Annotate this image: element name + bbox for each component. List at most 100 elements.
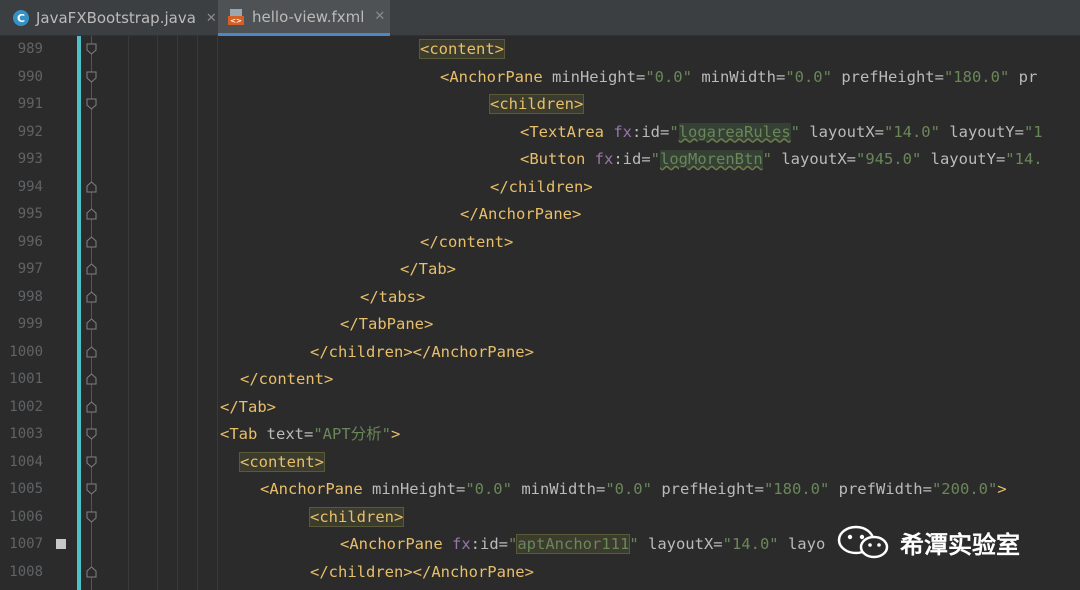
code-token: logareaRules <box>678 122 791 141</box>
fold-close-icon[interactable] <box>86 345 97 358</box>
fold-close-icon[interactable] <box>86 565 97 578</box>
code-token: </content> <box>420 232 514 251</box>
code-token: "945.0" <box>855 150 931 168</box>
code-token: "0.0" <box>645 67 702 86</box>
code-token: layoutY= <box>949 122 1024 141</box>
code-line[interactable]: 1003 <Tab text="APT分析"> <box>0 421 1080 449</box>
code-token: " <box>669 122 679 141</box>
code-line[interactable]: 997 </Tab> <box>0 256 1080 284</box>
code-line[interactable]: 995 </AnchorPane> <box>0 201 1080 229</box>
line-number: 991 <box>17 96 43 112</box>
code-text: </tabs> <box>360 284 425 312</box>
code-token: "180.0" <box>943 67 1019 86</box>
code-line[interactable]: 1000 </children></AnchorPane> <box>0 339 1080 367</box>
fold-open-icon[interactable] <box>86 71 97 83</box>
bookmark-marker-icon[interactable] <box>56 539 66 549</box>
line-number: 995 <box>17 206 43 222</box>
fold-close-icon[interactable] <box>86 318 97 330</box>
code-line[interactable]: 1008 </children></AnchorPane> <box>0 559 1080 587</box>
code-token: layoutX= <box>809 122 884 141</box>
code-token: <Button <box>520 150 595 168</box>
code-token: <AnchorPane <box>440 67 552 86</box>
code-text: <content> <box>239 449 325 477</box>
code-line[interactable]: 1004 <content> <box>0 449 1080 477</box>
line-number: 1006 <box>9 508 43 525</box>
line-number: 1002 <box>9 398 43 415</box>
code-text: <AnchorPane minHeight="0.0" minWidth="0.… <box>260 476 1007 504</box>
code-token: logMorenBtn <box>660 150 763 168</box>
code-token: layoutX= <box>647 535 723 553</box>
code-token: <children> <box>308 506 405 527</box>
fold-close-icon[interactable] <box>86 235 97 248</box>
code-token: "APT分析" <box>313 425 392 443</box>
code-token: " <box>507 535 518 553</box>
fold-open-icon[interactable] <box>86 428 97 440</box>
wechat-icon <box>837 525 889 559</box>
code-line[interactable]: 998 </tabs> <box>0 284 1080 312</box>
fold-close-icon[interactable] <box>86 400 97 413</box>
code-line[interactable]: 993 <Button fx:id="logMorenBtn" layoutX="… <box>0 146 1080 174</box>
fold-close-icon[interactable] <box>86 263 97 275</box>
code-line[interactable]: 992 <TextArea fx:id="logareaRules" layout… <box>0 119 1080 147</box>
code-line[interactable]: 991 <children> <box>0 91 1080 119</box>
code-text: <AnchorPane fx:id="aptAnchor111" layoutX… <box>340 531 825 559</box>
code-line[interactable]: 994 </children> <box>0 174 1080 202</box>
code-token: :id= <box>613 150 651 168</box>
code-text: <Button fx:id="logMorenBtn" layoutX="945… <box>520 146 1043 174</box>
code-token: "0.0" <box>785 67 842 86</box>
line-number: 994 <box>17 178 43 195</box>
code-token: </AnchorPane> <box>460 205 582 223</box>
tab-hello-view-fxml[interactable]: <> hello-view.fxml ✕ <box>218 0 390 36</box>
code-line[interactable]: 989 <content> <box>0 36 1080 64</box>
code-line[interactable]: 1001 </content> <box>0 366 1080 394</box>
java-class-icon: C <box>13 10 29 26</box>
code-line[interactable]: 999 </TabPane> <box>0 311 1080 339</box>
code-token: "14.0" <box>722 535 788 553</box>
code-token: <content> <box>419 39 505 59</box>
code-line[interactable]: 990 <AnchorPane minHeight="0.0" minWidth=… <box>0 64 1080 92</box>
line-number: 1003 <box>9 426 43 442</box>
tab-javafxbootstrap-java[interactable]: C JavaFXBootstrap.java ✕ <box>0 0 217 36</box>
code-token: layoutX= <box>781 150 856 168</box>
code-token: <content> <box>239 451 325 472</box>
code-text: </Tab> <box>400 256 456 284</box>
fold-close-icon[interactable] <box>86 208 97 220</box>
svg-text:C: C <box>17 12 25 25</box>
fold-close-icon[interactable] <box>86 290 97 303</box>
code-token: "1 <box>1023 122 1043 141</box>
line-number: 1004 <box>9 453 43 470</box>
fold-close-icon[interactable] <box>86 373 97 385</box>
code-line[interactable]: 1005 <AnchorPane minHeight="0.0" minWidth… <box>0 476 1080 504</box>
code-token: "14. <box>1005 150 1043 168</box>
code-text: </children></AnchorPane> <box>310 339 534 367</box>
close-icon[interactable]: ✕ <box>374 9 385 24</box>
fold-open-icon[interactable] <box>86 511 97 523</box>
fold-open-icon[interactable] <box>86 483 97 495</box>
code-text: </children></AnchorPane> <box>310 559 534 587</box>
code-editor[interactable]: 989 <content> 990 <AnchorPane minHeight="0.… <box>0 36 1080 590</box>
code-token: <children> <box>488 94 585 114</box>
code-token: minWidth= <box>701 67 786 86</box>
code-token: fx <box>594 150 614 168</box>
editor-tab-bar: C JavaFXBootstrap.java ✕ <> hello-view.f… <box>0 0 1080 36</box>
line-number: 1005 <box>9 481 43 497</box>
fold-open-icon[interactable] <box>86 98 97 110</box>
line-number: 989 <box>17 41 43 57</box>
line-number: 1000 <box>9 343 43 360</box>
code-token: </content> <box>240 370 334 388</box>
fold-close-icon[interactable] <box>86 180 97 193</box>
code-token: " <box>790 122 810 141</box>
close-icon[interactable]: ✕ <box>206 11 217 26</box>
code-line[interactable]: 1002 </Tab> <box>0 394 1080 422</box>
tab-label: JavaFXBootstrap.java <box>36 9 196 27</box>
code-token: fx <box>613 122 632 141</box>
code-text: <children> <box>308 504 405 532</box>
code-line[interactable]: 996 </content> <box>0 229 1080 257</box>
fold-open-icon[interactable] <box>86 43 97 55</box>
code-token: aptAnchor111 <box>516 534 631 554</box>
code-token: </children> <box>490 177 593 196</box>
line-number: 1007 <box>9 536 43 552</box>
code-token: </children></AnchorPane> <box>310 342 534 361</box>
code-text: </content> <box>420 229 513 257</box>
fold-open-icon[interactable] <box>86 456 97 468</box>
